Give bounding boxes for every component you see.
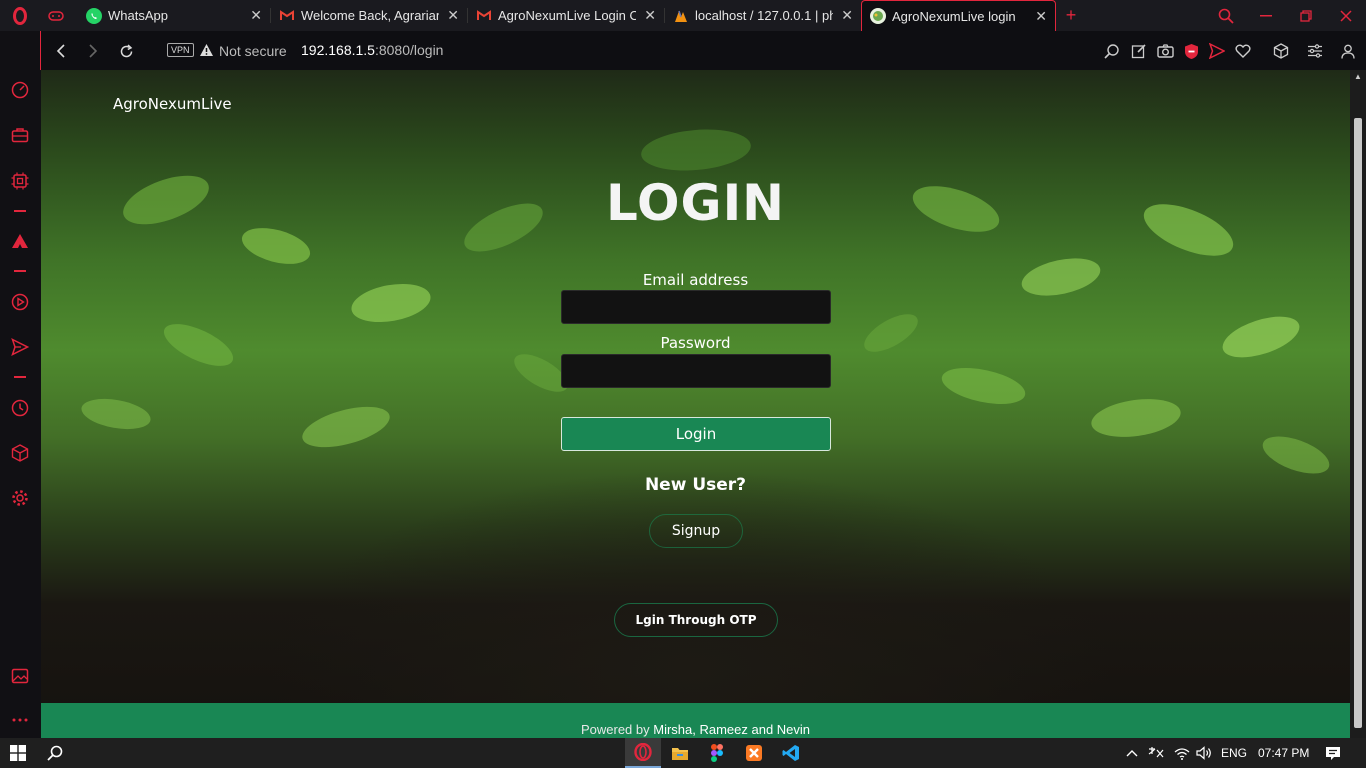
tab-bar: WhatsApp ✕ Welcome Back, Agrarian! - ✕ A… <box>0 0 1366 31</box>
extensions-cube-icon[interactable] <box>1272 42 1290 60</box>
login-button[interactable]: Login <box>561 417 831 451</box>
tab-title: Welcome Back, Agrarian! - <box>301 8 439 23</box>
restore-button[interactable] <box>1286 0 1326 31</box>
taskbar-xampp-icon[interactable] <box>736 738 772 768</box>
notification-center-icon[interactable] <box>1316 738 1350 768</box>
phpmyadmin-icon <box>673 8 689 24</box>
vpn-badge[interactable]: VPN <box>167 43 194 57</box>
windows-taskbar: ENG 07:47 PM <box>0 738 1366 768</box>
email-field[interactable] <box>561 290 831 324</box>
reload-button[interactable] <box>116 41 136 61</box>
footer: Powered by Mirsha, Rameez and Nevin <box>41 703 1350 738</box>
login-page: AgroNexumLive LOGIN Email address Passwo… <box>41 70 1350 738</box>
gmail-icon <box>279 8 295 24</box>
tab-title: AgroNexumLive Login OTP <box>498 8 637 23</box>
bookmark-heart-icon[interactable] <box>1234 42 1252 60</box>
aria-icon[interactable] <box>10 231 30 251</box>
url-path: :8080/login <box>374 42 444 58</box>
volume-speaker-icon[interactable] <box>1194 738 1214 768</box>
ime-keyboard-icon[interactable] <box>1146 738 1166 768</box>
tab-gmail-welcome[interactable]: Welcome Back, Agrarian! - ✕ <box>271 0 467 31</box>
edit-pencil-icon[interactable] <box>1130 42 1148 60</box>
speed-dial-icon[interactable] <box>10 80 30 100</box>
taskbar-figma-icon[interactable] <box>699 738 735 768</box>
tab-whatsapp[interactable]: WhatsApp ✕ <box>78 0 270 31</box>
adblock-shield-icon[interactable] <box>1182 42 1200 60</box>
tab-game[interactable] <box>40 0 78 31</box>
close-window-button[interactable] <box>1326 0 1366 31</box>
game-controller-icon <box>48 8 64 24</box>
snapshot-camera-icon[interactable] <box>1156 42 1174 60</box>
warning-triangle-icon[interactable] <box>199 43 214 62</box>
page-title: LOGIN <box>605 174 786 232</box>
url-field[interactable]: 192.168.1.5:8080/login <box>301 42 443 58</box>
tab-close-icon[interactable]: ✕ <box>841 7 853 24</box>
tab-agronexum-login[interactable]: AgroNexumLive login ✕ <box>861 0 1056 31</box>
page-scrollbar[interactable]: ▲ <box>1350 70 1366 738</box>
forward-button[interactable] <box>83 41 103 61</box>
system-clock[interactable]: 07:47 PM <box>1258 746 1309 760</box>
otp-login-button[interactable]: Lgin Through OTP <box>614 603 778 637</box>
sidebar-separator <box>14 270 26 272</box>
tab-close-icon[interactable]: ✕ <box>1035 8 1047 25</box>
brand-name[interactable]: AgroNexumLive <box>113 95 232 113</box>
scroll-up-arrow-icon[interactable]: ▲ <box>1354 72 1362 81</box>
tab-close-icon[interactable]: ✕ <box>447 7 459 24</box>
language-indicator[interactable]: ENG <box>1221 746 1247 760</box>
url-host: 192.168.1.5 <box>301 42 375 58</box>
opera-logo-icon <box>13 6 27 25</box>
new-user-heading: New User? <box>644 475 747 495</box>
minimize-button[interactable] <box>1246 0 1286 31</box>
send-flow-icon[interactable] <box>10 337 30 357</box>
signup-button[interactable]: Signup <box>649 514 743 548</box>
taskbar-opera-icon[interactable] <box>625 738 661 768</box>
workspace-bag-icon[interactable] <box>10 125 30 145</box>
tab-title: localhost / 127.0.0.1 | phpM <box>695 8 834 23</box>
site-favicon-icon <box>870 8 886 24</box>
more-options-icon[interactable] <box>10 710 30 730</box>
show-hidden-icons-chevron-icon[interactable] <box>1122 738 1142 768</box>
address-bar: VPN Not secure 192.168.1.5:8080/login <box>40 31 1366 70</box>
security-status[interactable]: Not secure <box>219 43 287 59</box>
page-search-icon[interactable] <box>1103 42 1121 60</box>
extensions-cube-icon[interactable] <box>10 443 30 463</box>
footer-names: Mirsha, Rameez and Nevin <box>653 722 811 737</box>
back-button[interactable] <box>51 41 71 61</box>
taskbar-file-explorer-icon[interactable] <box>662 738 698 768</box>
whatsapp-icon <box>86 7 102 24</box>
tab-title: WhatsApp <box>108 8 168 23</box>
search-icon[interactable] <box>37 738 73 768</box>
tab-gmail-otp[interactable]: AgroNexumLive Login OTP ✕ <box>468 0 664 31</box>
taskbar-vscode-icon[interactable] <box>773 738 809 768</box>
player-icon[interactable] <box>10 292 30 312</box>
tab-close-icon[interactable]: ✕ <box>250 7 262 24</box>
flow-send-icon[interactable] <box>1208 42 1226 60</box>
password-label: Password <box>660 334 731 352</box>
tab-phpmyadmin[interactable]: localhost / 127.0.0.1 | phpM ✕ <box>665 0 861 31</box>
new-tab-button[interactable]: + <box>1056 0 1086 31</box>
workspace-chip-icon[interactable] <box>10 171 30 191</box>
history-clock-icon[interactable] <box>10 398 30 418</box>
wallpaper-gallery-icon[interactable] <box>10 666 30 686</box>
opera-menu-button[interactable] <box>0 0 40 31</box>
sidebar-separator <box>14 210 26 212</box>
tab-close-icon[interactable]: ✕ <box>644 7 656 24</box>
tab-title: AgroNexumLive login <box>892 8 1016 24</box>
settings-gear-icon[interactable] <box>10 488 30 508</box>
scrollbar-thumb[interactable] <box>1354 118 1362 728</box>
tab-search-icon[interactable] <box>1206 0 1246 31</box>
gmail-icon <box>476 8 492 24</box>
start-button[interactable] <box>0 738 36 768</box>
password-field[interactable] <box>561 354 831 388</box>
footer-prefix: Powered by <box>580 722 654 737</box>
opera-sidebar <box>0 31 40 738</box>
profile-user-icon[interactable] <box>1339 42 1357 60</box>
email-label: Email address <box>642 271 749 289</box>
easy-setup-icon[interactable] <box>1306 42 1324 60</box>
footer-text: Powered by Mirsha, Rameez and Nevin <box>41 722 1350 737</box>
window-controls <box>1206 0 1366 31</box>
sidebar-separator <box>14 376 26 378</box>
wifi-icon[interactable] <box>1172 738 1192 768</box>
